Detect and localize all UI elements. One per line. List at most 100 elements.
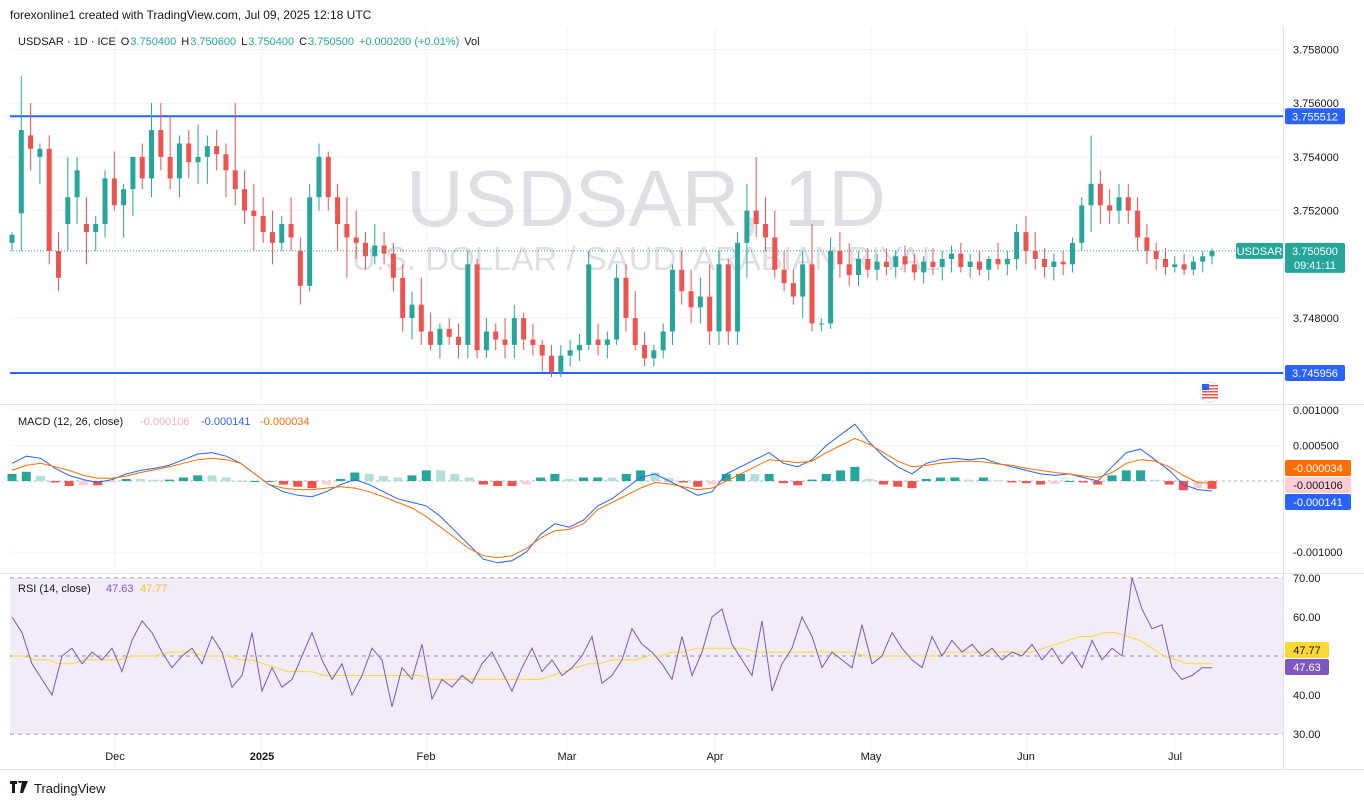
macd-hist-bar — [250, 481, 260, 483]
candle-body — [288, 224, 294, 238]
candle-body — [1079, 205, 1085, 243]
price-tick-label: 3.754000 — [1293, 152, 1339, 164]
symbol-badge-label: USDSAR — [1237, 246, 1283, 258]
macd-hist-bar — [421, 470, 431, 482]
candle-body — [837, 250, 843, 265]
candle-body — [958, 253, 964, 268]
macd-hist-bar — [978, 477, 988, 482]
candle-body — [1200, 256, 1206, 262]
candle-body — [474, 264, 480, 351]
candle-body — [307, 197, 313, 286]
watermark-subtitle: U.S. DOLLAR / SAUDI ARABIAN RIYAL — [352, 240, 940, 277]
candle-body — [688, 291, 694, 308]
candle-body — [93, 224, 99, 233]
candle-body — [111, 178, 117, 206]
candle-body — [949, 253, 955, 259]
macd-hist-bar — [893, 481, 903, 487]
macd-badge-label: -0.000141 — [1293, 497, 1343, 509]
macd-hist-bar — [536, 477, 546, 482]
macd-hist-bar — [1050, 481, 1060, 484]
time-tick-label: Apr — [706, 751, 723, 763]
macd-hist-bar — [150, 479, 160, 482]
macd-hist-bar — [1064, 481, 1074, 483]
price-tick-label: 3.748000 — [1293, 313, 1339, 325]
candle-body — [1107, 205, 1113, 211]
macd-hist-bar — [1093, 481, 1103, 485]
candle-body — [344, 224, 350, 238]
macd-hist-bar — [693, 481, 703, 487]
candle-body — [856, 258, 862, 276]
candle-body — [102, 178, 108, 225]
candle-body — [642, 344, 648, 359]
candle-body — [456, 336, 462, 345]
candle-body — [967, 261, 973, 268]
candle-body — [902, 256, 908, 265]
time-tick-label: May — [861, 751, 882, 763]
macd-hist-bar — [364, 473, 374, 482]
macd-hist-bar — [1007, 481, 1017, 483]
macd-hist-bar — [7, 473, 17, 482]
ohlc-key: H — [181, 36, 189, 48]
macd-badge-label: -0.000034 — [1293, 463, 1343, 475]
macd-hist-bar — [593, 477, 603, 482]
candle-body — [511, 318, 517, 345]
macd-hist-bar — [607, 477, 617, 482]
candle-body — [297, 250, 303, 286]
candle-body — [37, 148, 43, 157]
candle-body — [586, 264, 592, 345]
macd-hist-bar — [50, 481, 60, 483]
candle-body — [130, 156, 136, 190]
macd-tick-label: 0.001000 — [1293, 405, 1339, 417]
candle-body — [242, 189, 248, 211]
candle-body — [530, 339, 536, 345]
candle-body — [353, 237, 359, 243]
tradingview-footer[interactable]: TradingView — [10, 779, 106, 796]
candle-body — [1051, 261, 1057, 268]
candle-body — [56, 250, 62, 278]
candle-body — [121, 189, 127, 206]
macd-hist-bar — [750, 473, 760, 482]
macd-hist-bar — [564, 478, 574, 482]
macd-hist-bar — [764, 473, 774, 482]
candle-body — [1190, 261, 1196, 270]
macd-hist-bar — [393, 477, 403, 482]
macd-hist-bar — [507, 481, 517, 487]
candle-body — [362, 242, 368, 257]
chart-canvas[interactable]: Dec 2025 Feb Mar Apr May Jun Jul3.7580003.75600… — [0, 0, 1364, 804]
macd-hist-bar — [936, 477, 946, 482]
candle-body — [483, 331, 489, 351]
macd-hist-bar — [1021, 481, 1031, 484]
candle-body — [790, 283, 796, 297]
macd-hist-bar — [293, 481, 303, 487]
tradingview-logo-icon — [10, 779, 28, 796]
candle-body — [893, 256, 899, 268]
candle-body — [316, 156, 322, 198]
candle-body — [1042, 258, 1048, 268]
macd-hist-bar — [436, 470, 446, 482]
candle-body — [9, 234, 15, 243]
us-flag-icon — [1199, 381, 1221, 403]
candle-body — [521, 318, 527, 340]
candle-body — [809, 264, 815, 324]
time-tick-label: Dec — [105, 751, 125, 763]
price-tick-label: 3.752000 — [1293, 206, 1339, 218]
candle-body — [846, 264, 852, 276]
candle-body — [921, 261, 927, 273]
macd-hist-bar — [207, 475, 217, 482]
macd-hist-bar — [964, 479, 974, 482]
symbol-info: USDSAR · 1D · ICE — [18, 36, 116, 48]
macd-hist-bar — [1121, 470, 1131, 482]
macd-hist-bar — [864, 478, 874, 482]
candle-body — [381, 245, 387, 254]
macd-hist-bar — [793, 481, 803, 486]
candle-body — [995, 258, 1001, 265]
macd-hist-bar — [236, 481, 246, 483]
macd-hist-bar — [821, 473, 831, 482]
candle-body — [260, 216, 266, 233]
candle-body — [1023, 232, 1029, 251]
ohlc-value: 3.750400 — [248, 36, 294, 48]
candle-body — [1032, 250, 1038, 259]
macd-value: -0.000141 — [201, 416, 251, 428]
rsi-tick-label: 60.00 — [1293, 612, 1321, 624]
macd-badge-label: -0.000106 — [1293, 480, 1343, 492]
